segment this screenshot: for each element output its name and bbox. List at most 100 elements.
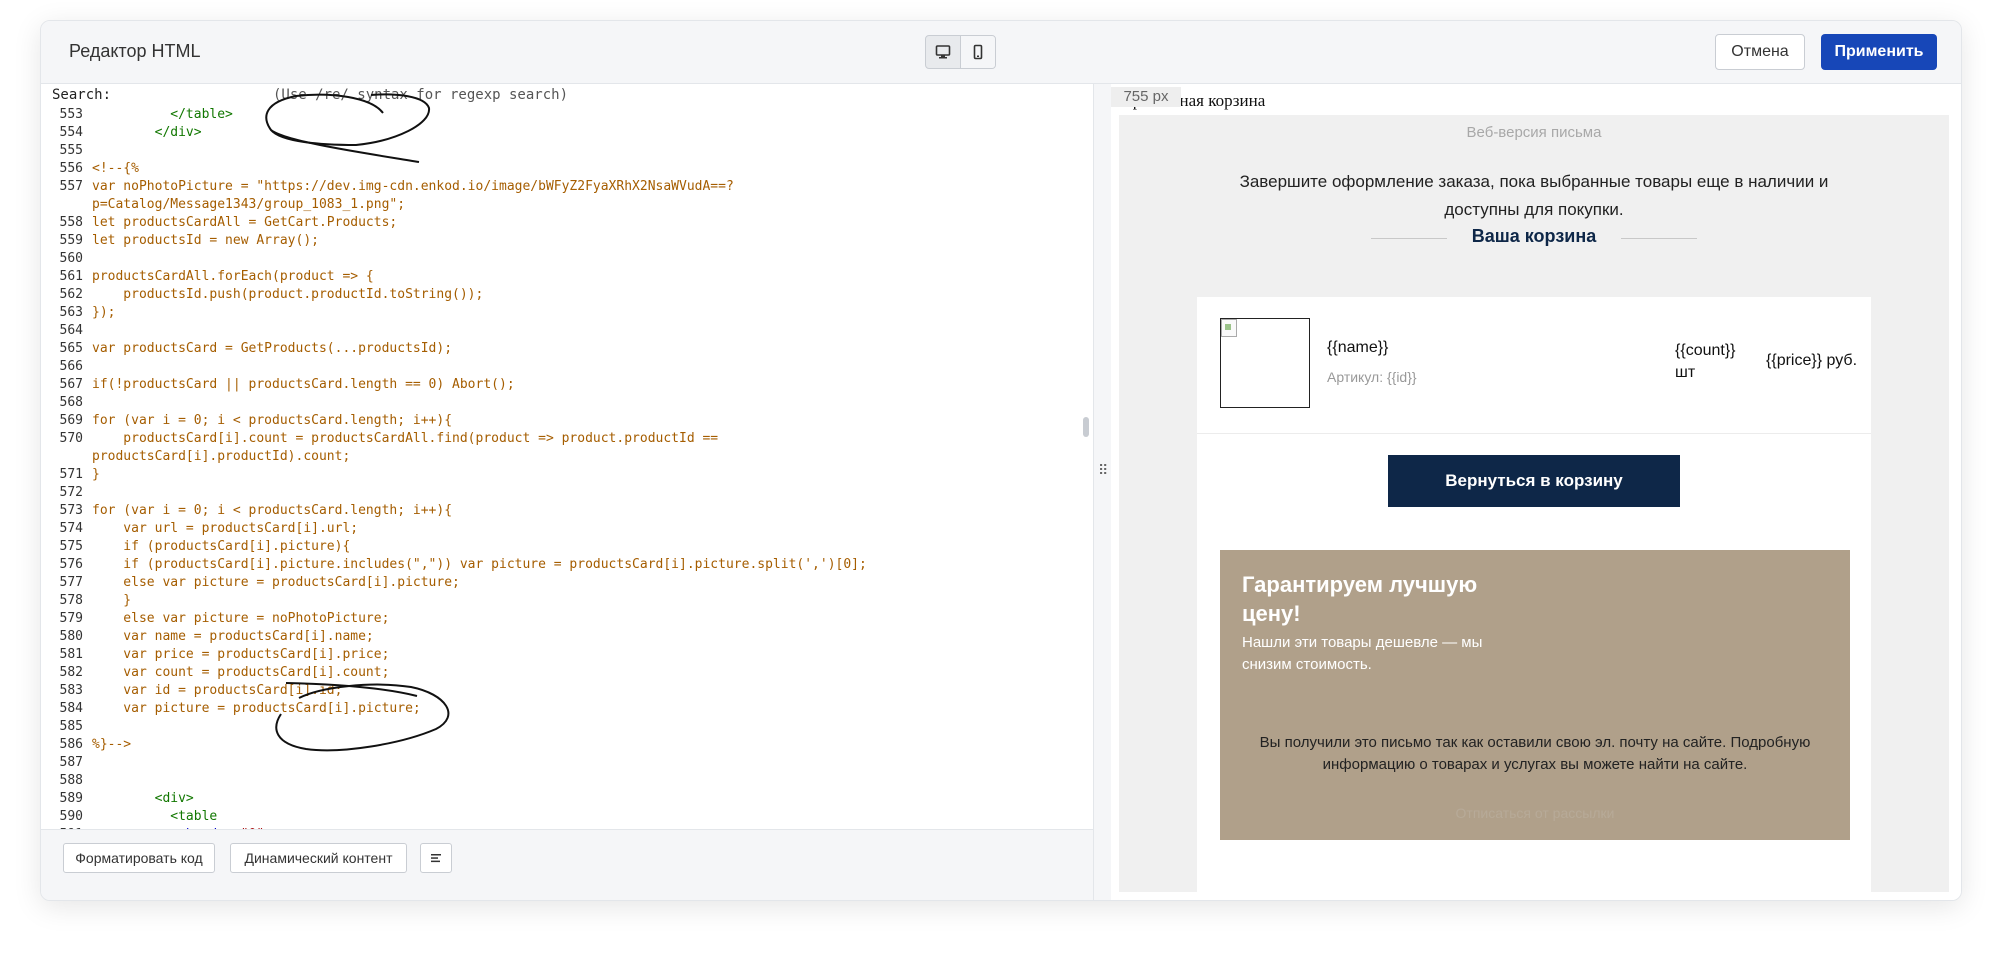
line-text: <table (92, 809, 218, 824)
code-line[interactable]: 558 let productsCardAll = GetCart.Product… (41, 214, 1091, 232)
divider-right (1621, 238, 1697, 239)
code-line[interactable]: 568 (41, 394, 1091, 412)
code-line[interactable]: 570 productsCard[i].count = productsCard… (41, 430, 1091, 448)
line-text: else var picture = productsCard[i].pictu… (92, 575, 460, 590)
line-text: productsCard[i].count = productsCardAll.… (92, 431, 719, 446)
modal-header: Редактор HTML Отмена Применить (41, 21, 1961, 84)
code-line[interactable]: p=Catalog/Message1343/group_1083_1.png"; (41, 196, 1091, 214)
line-number: 554 (59, 125, 83, 140)
code-line[interactable]: 579 else var picture = noPhotoPicture; (41, 610, 1091, 628)
dynamic-content-button[interactable]: Динамический контент (230, 843, 407, 873)
line-number: 586 (59, 737, 83, 752)
line-number: 553 (59, 107, 83, 122)
line-number: 563 (59, 305, 83, 320)
code-line[interactable]: 569 for (var i = 0; i < productsCard.leng… (41, 412, 1091, 430)
code-line[interactable]: 589 <div> (41, 790, 1091, 808)
line-text: if (productsCard[i].picture){ (92, 539, 351, 554)
text-wrap-icon[interactable] (420, 843, 452, 873)
email-preview: Брошенная корзина 755 px Веб-версия пись… (1111, 84, 1961, 900)
code-line[interactable]: 557 var noPhotoPicture = "https://dev.img… (41, 178, 1091, 196)
line-text: productsCardAll.forEach(product => { (92, 269, 374, 284)
editor-footer: Форматировать код Динамический контент (41, 829, 1093, 900)
code-line[interactable]: 556 <!--{% (41, 160, 1091, 178)
code-line[interactable]: 553 </table> (41, 106, 1091, 124)
line-text: var picture = productsCard[i].picture; (92, 701, 421, 716)
search-bar[interactable]: Search: (Use /re/ syntax for regexp sear… (41, 84, 1093, 106)
code-line[interactable]: 567 if(!productsCard || productsCard.leng… (41, 376, 1091, 394)
code-line[interactable]: 588 (41, 772, 1091, 790)
code-line[interactable]: 575 if (productsCard[i].picture){ (41, 538, 1091, 556)
code-line[interactable]: 560 (41, 250, 1091, 268)
line-text: }); (92, 305, 116, 320)
line-number: 585 (59, 719, 83, 734)
line-number: 578 (59, 593, 83, 608)
code-line[interactable]: 585 (41, 718, 1091, 736)
line-text: <div> (92, 791, 194, 806)
code-line[interactable]: 563}); (41, 304, 1091, 322)
line-number: 584 (59, 701, 83, 716)
mobile-icon[interactable] (960, 36, 995, 68)
line-number: 567 (59, 377, 83, 392)
line-text: let productsCardAll = GetCart.Products; (92, 215, 398, 230)
code-line[interactable]: 586 %}--> (41, 736, 1091, 754)
line-number: 559 (59, 233, 83, 248)
code-line[interactable]: 562 productsId.push(product.productId.to… (41, 286, 1091, 304)
format-code-button[interactable]: Форматировать код (63, 843, 215, 873)
code-line[interactable]: 561 productsCardAll.forEach(product => { (41, 268, 1091, 286)
code-line[interactable]: 565 var productsCard = GetProducts(...pro… (41, 340, 1091, 358)
return-to-cart-button[interactable]: Вернуться в корзину (1388, 455, 1680, 507)
scrollbar-thumb[interactable] (1083, 417, 1089, 437)
line-text: p=Catalog/Message1343/group_1083_1.png"; (92, 197, 406, 212)
line-text: if(!productsCard || productsCard.length … (92, 377, 515, 392)
desktop-icon[interactable] (926, 36, 960, 68)
code-line[interactable]: 583 var id = productsCard[i].id; (41, 682, 1091, 700)
code-line[interactable]: 578 } (41, 592, 1091, 610)
html-editor-modal: Редактор HTML Отмена Применить Search: (… (40, 20, 1962, 901)
line-text: </div> (92, 125, 202, 140)
code-line[interactable]: 566 (41, 358, 1091, 376)
code-line[interactable]: 573 for (var i = 0; i < productsCard.leng… (41, 502, 1091, 520)
code-line[interactable]: 577 else var picture = productsCard[i].p… (41, 574, 1091, 592)
code-line[interactable]: 564 (41, 322, 1091, 340)
line-number: 581 (59, 647, 83, 662)
device-toggle (925, 35, 996, 69)
line-text: <!--{% (92, 161, 139, 176)
line-number: 571 (59, 467, 83, 482)
code-editor[interactable]: Search: (Use /re/ syntax for regexp sear… (41, 84, 1093, 829)
code-line[interactable]: 584 var picture = productsCard[i].pictur… (41, 700, 1091, 718)
line-number: 555 (59, 143, 83, 158)
unsubscribe-link[interactable]: Отписаться от рассылки (1220, 805, 1850, 821)
line-text: productsId.push(product.productId.toStri… (92, 287, 484, 302)
footer-note: Вы получили это письмо так как оставили … (1259, 734, 1811, 773)
line-number: 579 (59, 611, 83, 626)
code-line[interactable]: 571} (41, 466, 1091, 484)
line-number: 590 (59, 809, 83, 824)
line-text: var price = productsCard[i].price; (92, 647, 390, 662)
apply-button[interactable]: Применить (1821, 34, 1937, 70)
code-line[interactable]: 581 var price = productsCard[i].price; (41, 646, 1091, 664)
code-lines[interactable]: 553 </table> 554 </div> 555 556 <!--{% 557 var… (41, 106, 1091, 829)
code-line[interactable]: productsCard[i].productId).count; (41, 448, 1091, 466)
code-line[interactable]: 576 if (productsCard[i].picture.includes… (41, 556, 1091, 574)
code-line[interactable]: 587 (41, 754, 1091, 772)
cancel-button[interactable]: Отмена (1715, 34, 1805, 70)
line-number: 576 (59, 557, 83, 572)
code-line[interactable]: 555 (41, 142, 1091, 160)
line-number: 580 (59, 629, 83, 644)
web-version-link[interactable]: Веб-версия письма (1119, 124, 1949, 141)
promo-block: Гарантируем лучшую цену! Нашли эти товар… (1220, 550, 1850, 840)
code-line[interactable]: 554 </div> (41, 124, 1091, 142)
product-price: {{price}} руб. (1766, 352, 1858, 369)
line-text: </table> (92, 107, 233, 122)
code-line[interactable]: 572 (41, 484, 1091, 502)
code-line[interactable]: 580 var name = productsCard[i].name; (41, 628, 1091, 646)
line-number: 557 (59, 179, 83, 194)
product-row: {{name}} Артикул: {{id}} {{count}} шт {{… (1197, 297, 1871, 434)
promo-title: Гарантируем лучшую цену! (1242, 572, 1478, 626)
code-line[interactable]: 582 var count = productsCard[i].count; (41, 664, 1091, 682)
drag-handle-icon[interactable]: ⠿ (1098, 462, 1108, 479)
code-line[interactable]: 559 let productsId = new Array(); (41, 232, 1091, 250)
panel-splitter[interactable]: ⠿ (1093, 84, 1112, 900)
code-line[interactable]: 590 <table (41, 808, 1091, 826)
code-line[interactable]: 574 var url = productsCard[i].url; (41, 520, 1091, 538)
